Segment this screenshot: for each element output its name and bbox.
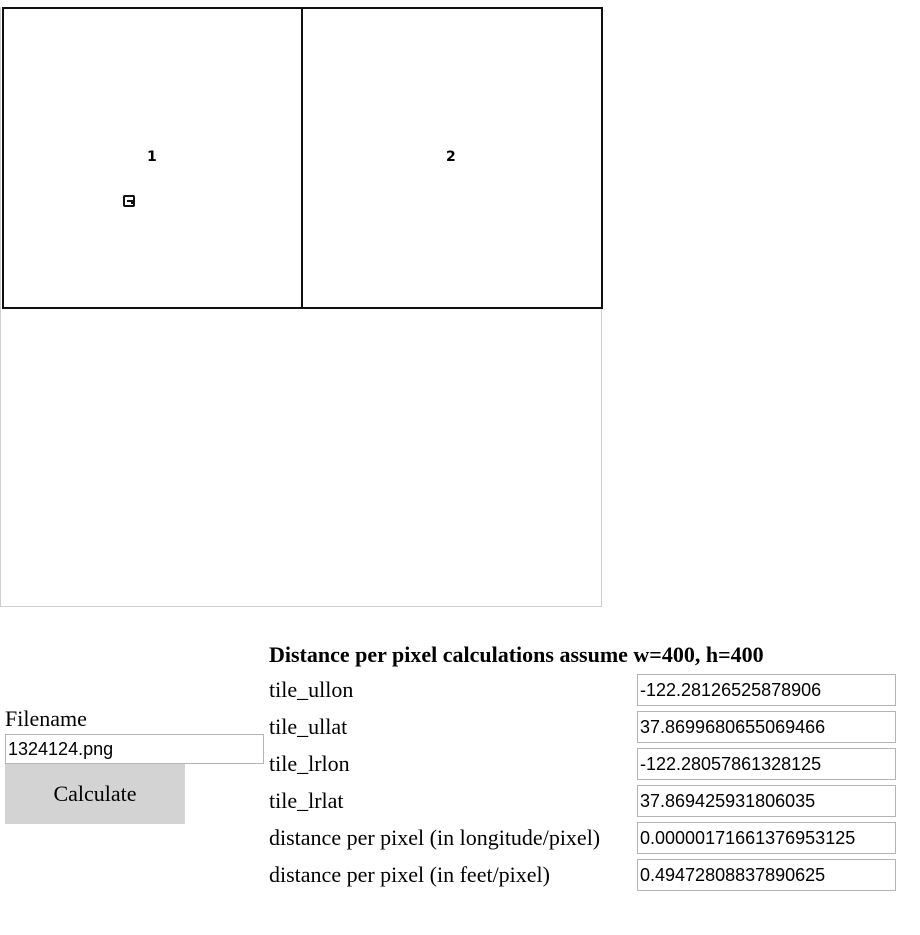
tile-lrlon-field[interactable]	[637, 748, 896, 780]
results-heading: Distance per pixel calculations assume w…	[269, 642, 764, 667]
tile-ullon-field[interactable]	[637, 674, 896, 706]
feet-per-pixel-field[interactable]	[637, 859, 896, 891]
result-label: tile_ullon	[269, 677, 354, 702]
result-row: tile_ullon	[269, 674, 896, 706]
tile-number-label: 1	[147, 149, 157, 165]
results-panel: Distance per pixel calculations assume w…	[269, 640, 896, 896]
map-tile-1[interactable]: 1	[2, 7, 304, 309]
result-label: tile_ullat	[269, 714, 348, 739]
map-marker-icon	[123, 195, 135, 207]
result-label: distance per pixel (in longitude/pixel)	[269, 825, 601, 850]
filename-form: Filename Calculate	[5, 706, 265, 824]
filename-input[interactable]	[5, 734, 264, 764]
result-label: tile_lrlat	[269, 788, 344, 813]
map-canvas[interactable]: 1 2	[0, 7, 603, 607]
result-row: tile_lrlon	[269, 748, 896, 780]
tile-ullat-field[interactable]	[637, 711, 896, 743]
calculate-button[interactable]: Calculate	[5, 764, 185, 824]
filename-label: Filename	[5, 706, 87, 731]
result-label: distance per pixel (in feet/pixel)	[269, 862, 550, 887]
lon-per-pixel-field[interactable]	[637, 822, 896, 854]
tile-number-label: 2	[446, 149, 456, 165]
result-row: tile_ullat	[269, 711, 896, 743]
result-row: distance per pixel (in feet/pixel)	[269, 859, 896, 891]
tile-lrlat-field[interactable]	[637, 785, 896, 817]
results-table: tile_ullon tile_ullat tile_lrlon tile_lr…	[269, 669, 896, 896]
result-row: distance per pixel (in longitude/pixel)	[269, 822, 896, 854]
result-label: tile_lrlon	[269, 751, 350, 776]
map-tile-2[interactable]: 2	[301, 7, 603, 309]
result-row: tile_lrlat	[269, 785, 896, 817]
